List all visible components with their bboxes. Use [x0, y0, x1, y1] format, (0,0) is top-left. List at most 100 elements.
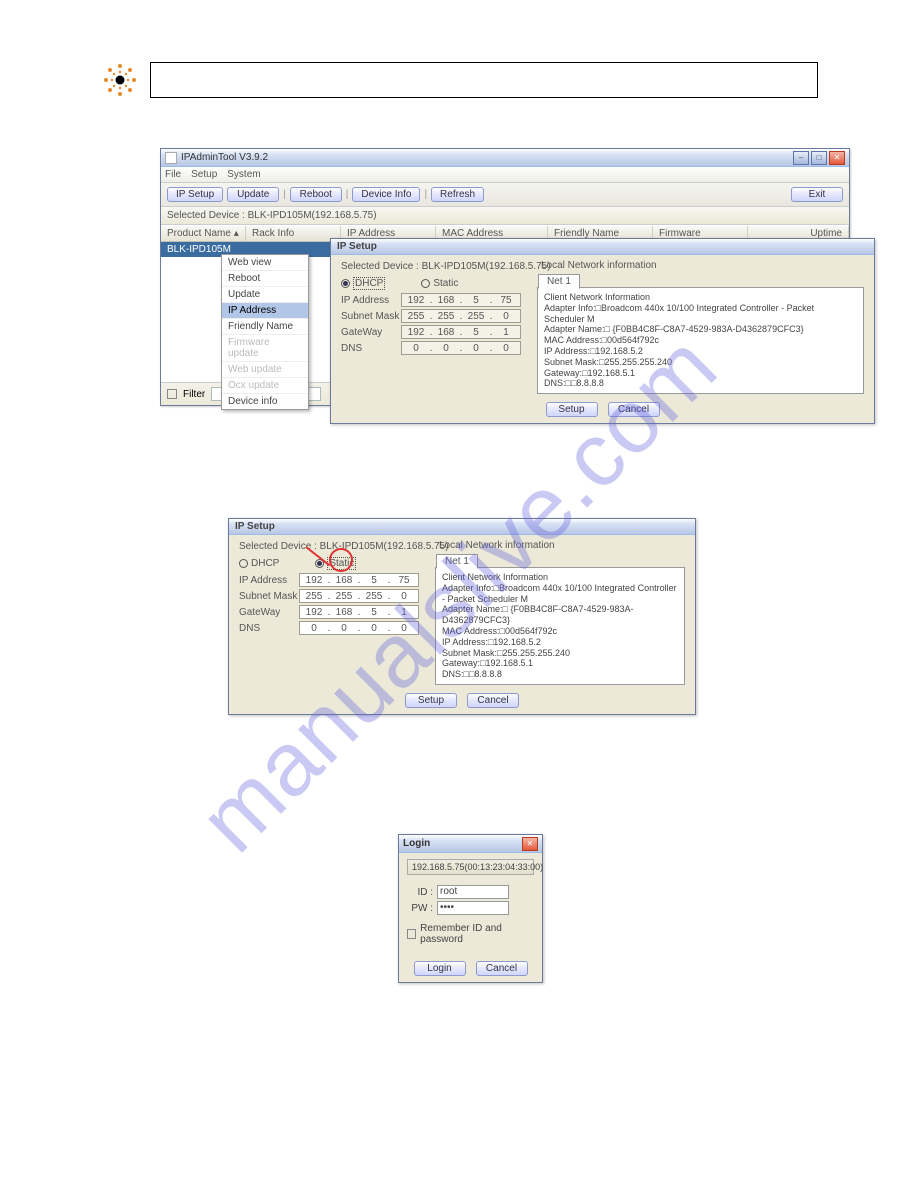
toolbar: IP Setup Update | Reboot | Device Info |…: [161, 183, 849, 207]
login-id-input[interactable]: root: [437, 885, 509, 899]
input-mask[interactable]: 255.255.255.0: [401, 309, 521, 323]
info-head: Client Network Information: [544, 292, 857, 303]
callout-circle-icon: [329, 548, 353, 572]
label-ip: IP Address: [341, 295, 401, 306]
menu-file[interactable]: File: [165, 169, 181, 180]
info-adapter-name: Adapter Name:□ {F0BB4C8F-C8A7-4529-983A-…: [544, 324, 857, 335]
login-button[interactable]: Login: [414, 961, 466, 976]
ctx-update[interactable]: Update: [222, 287, 308, 303]
ip-setup-title: IP Setup: [331, 239, 874, 255]
close-button[interactable]: ✕: [829, 151, 845, 165]
ctx-ip-address[interactable]: IP Address: [222, 303, 308, 319]
radio-dhcp[interactable]: [341, 279, 350, 288]
label-dns: DNS: [341, 343, 401, 354]
window-title: IPAdminTool V3.9.2: [181, 152, 793, 163]
remember-checkbox[interactable]: [407, 929, 416, 939]
label-gw: GateWay: [341, 327, 401, 338]
ip-setup-sel-device: BLK-IPD105M(192.168.5.75): [422, 261, 551, 272]
radio-dhcp-label-2: DHCP: [251, 558, 279, 569]
input-gateway[interactable]: 192.168.5.1: [401, 325, 521, 339]
info-ip-2: IP Address:□192.168.5.2: [442, 637, 678, 648]
net-tab-2[interactable]: Net 1: [436, 554, 478, 569]
net-tab[interactable]: Net 1: [538, 274, 580, 289]
separator: |: [424, 189, 427, 200]
input-mask-2[interactable]: 255.255.255.0: [299, 589, 419, 603]
col-rack-info[interactable]: Rack Info: [246, 226, 341, 241]
ctx-firmware-update: Firmware update: [222, 335, 308, 362]
setup-button[interactable]: Setup: [546, 402, 598, 417]
cancel-button[interactable]: Cancel: [608, 402, 660, 417]
update-button[interactable]: Update: [227, 187, 279, 202]
input-ip-2[interactable]: 192.168.5.75: [299, 573, 419, 587]
ip-setup-window-2: IP Setup Selected Device : BLK-IPD105M(1…: [228, 518, 696, 715]
info-adapter-info-2: Adapter Info:□Broadcom 440x 10/100 Integ…: [442, 583, 678, 605]
info-dns-2: DNS:□□8.8.8.8: [442, 669, 678, 680]
login-titlebar: Login ✕: [399, 835, 542, 853]
login-close-button[interactable]: ✕: [522, 837, 538, 851]
deviceinfo-button[interactable]: Device Info: [352, 187, 420, 202]
ctx-friendly-name[interactable]: Friendly Name: [222, 319, 308, 335]
reboot-button[interactable]: Reboot: [290, 187, 342, 202]
header-box: [150, 62, 818, 98]
ctx-reboot[interactable]: Reboot: [222, 271, 308, 287]
info-dns: DNS:□□8.8.8.8: [544, 378, 857, 389]
ip-setup-title-2: IP Setup: [229, 519, 695, 535]
refresh-button[interactable]: Refresh: [431, 187, 484, 202]
selected-device-label: Selected Device :: [167, 210, 245, 221]
radio-static-label: Static: [433, 278, 458, 289]
exit-button[interactable]: Exit: [791, 187, 843, 202]
input-gateway-2[interactable]: 192.168.5.1: [299, 605, 419, 619]
menubar: File Setup System: [161, 167, 849, 183]
menu-system[interactable]: System: [227, 169, 260, 180]
netinfo-header-2: Local Network information: [439, 540, 685, 551]
login-title: Login: [403, 838, 522, 849]
titlebar: IPAdminTool V3.9.2 – □ ✕: [161, 149, 849, 167]
maximize-button[interactable]: □: [811, 151, 827, 165]
netinfo-header: Local Network information: [541, 260, 864, 271]
radio-dhcp-2[interactable]: [239, 559, 248, 568]
app-icon: [165, 152, 177, 164]
input-dns-2[interactable]: 0.0.0.0: [299, 621, 419, 635]
radio-static[interactable]: [421, 279, 430, 288]
setup-button-2[interactable]: Setup: [405, 693, 457, 708]
ctx-web-update: Web update: [222, 362, 308, 378]
ip-setup-sel-label: Selected Device :: [341, 261, 419, 272]
netinfo-box-2: Net 1 Client Network Information Adapter…: [435, 567, 685, 685]
selected-device-bar: Selected Device : BLK-IPD105M(192.168.5.…: [161, 207, 849, 225]
ipsetup-button[interactable]: IP Setup: [167, 187, 223, 202]
filter-label: Filter: [183, 389, 205, 400]
login-address: 192.168.5.75(00:13:23:04:33:00): [407, 859, 534, 875]
netinfo-box: Net 1 Client Network Information Adapter…: [537, 287, 864, 394]
remember-label: Remember ID and password: [420, 923, 534, 945]
ctx-web-view[interactable]: Web view: [222, 255, 308, 271]
info-mask: Subnet Mask:□255.255.255.240: [544, 357, 857, 368]
info-head-2: Client Network Information: [442, 572, 678, 583]
login-pw-label: PW :: [407, 903, 433, 914]
selected-device-value: BLK-IPD105M(192.168.5.75): [248, 210, 377, 221]
info-gw: Gateway:□192.168.5.1: [544, 368, 857, 379]
logo-icon: [100, 60, 140, 100]
separator: |: [283, 189, 286, 200]
ctx-device-info[interactable]: Device info: [222, 394, 308, 409]
filter-checkbox[interactable]: [167, 389, 177, 399]
label-mask: Subnet Mask: [341, 311, 401, 322]
label-ip-2: IP Address: [239, 575, 299, 586]
info-ip: IP Address:□192.168.5.2: [544, 346, 857, 357]
login-window: Login ✕ 192.168.5.75(00:13:23:04:33:00) …: [398, 834, 543, 983]
page-header: [100, 60, 818, 100]
info-mask-2: Subnet Mask:□255.255.255.240: [442, 648, 678, 659]
label-gw-2: GateWay: [239, 607, 299, 618]
input-ip[interactable]: 192.168.5.75: [401, 293, 521, 307]
info-mac: MAC Address:□00d564f792c: [544, 335, 857, 346]
login-cancel-button[interactable]: Cancel: [476, 961, 528, 976]
cancel-button-2[interactable]: Cancel: [467, 693, 519, 708]
separator: |: [346, 189, 349, 200]
login-id-label: ID :: [407, 887, 433, 898]
login-pw-input[interactable]: ••••: [437, 901, 509, 915]
minimize-button[interactable]: –: [793, 151, 809, 165]
label-mask-2: Subnet Mask: [239, 591, 299, 602]
info-mac-2: MAC Address:□00d564f792c: [442, 626, 678, 637]
input-dns[interactable]: 0.0.0.0: [401, 341, 521, 355]
menu-setup[interactable]: Setup: [191, 169, 217, 180]
col-product-name[interactable]: Product Name ▴: [161, 226, 246, 241]
